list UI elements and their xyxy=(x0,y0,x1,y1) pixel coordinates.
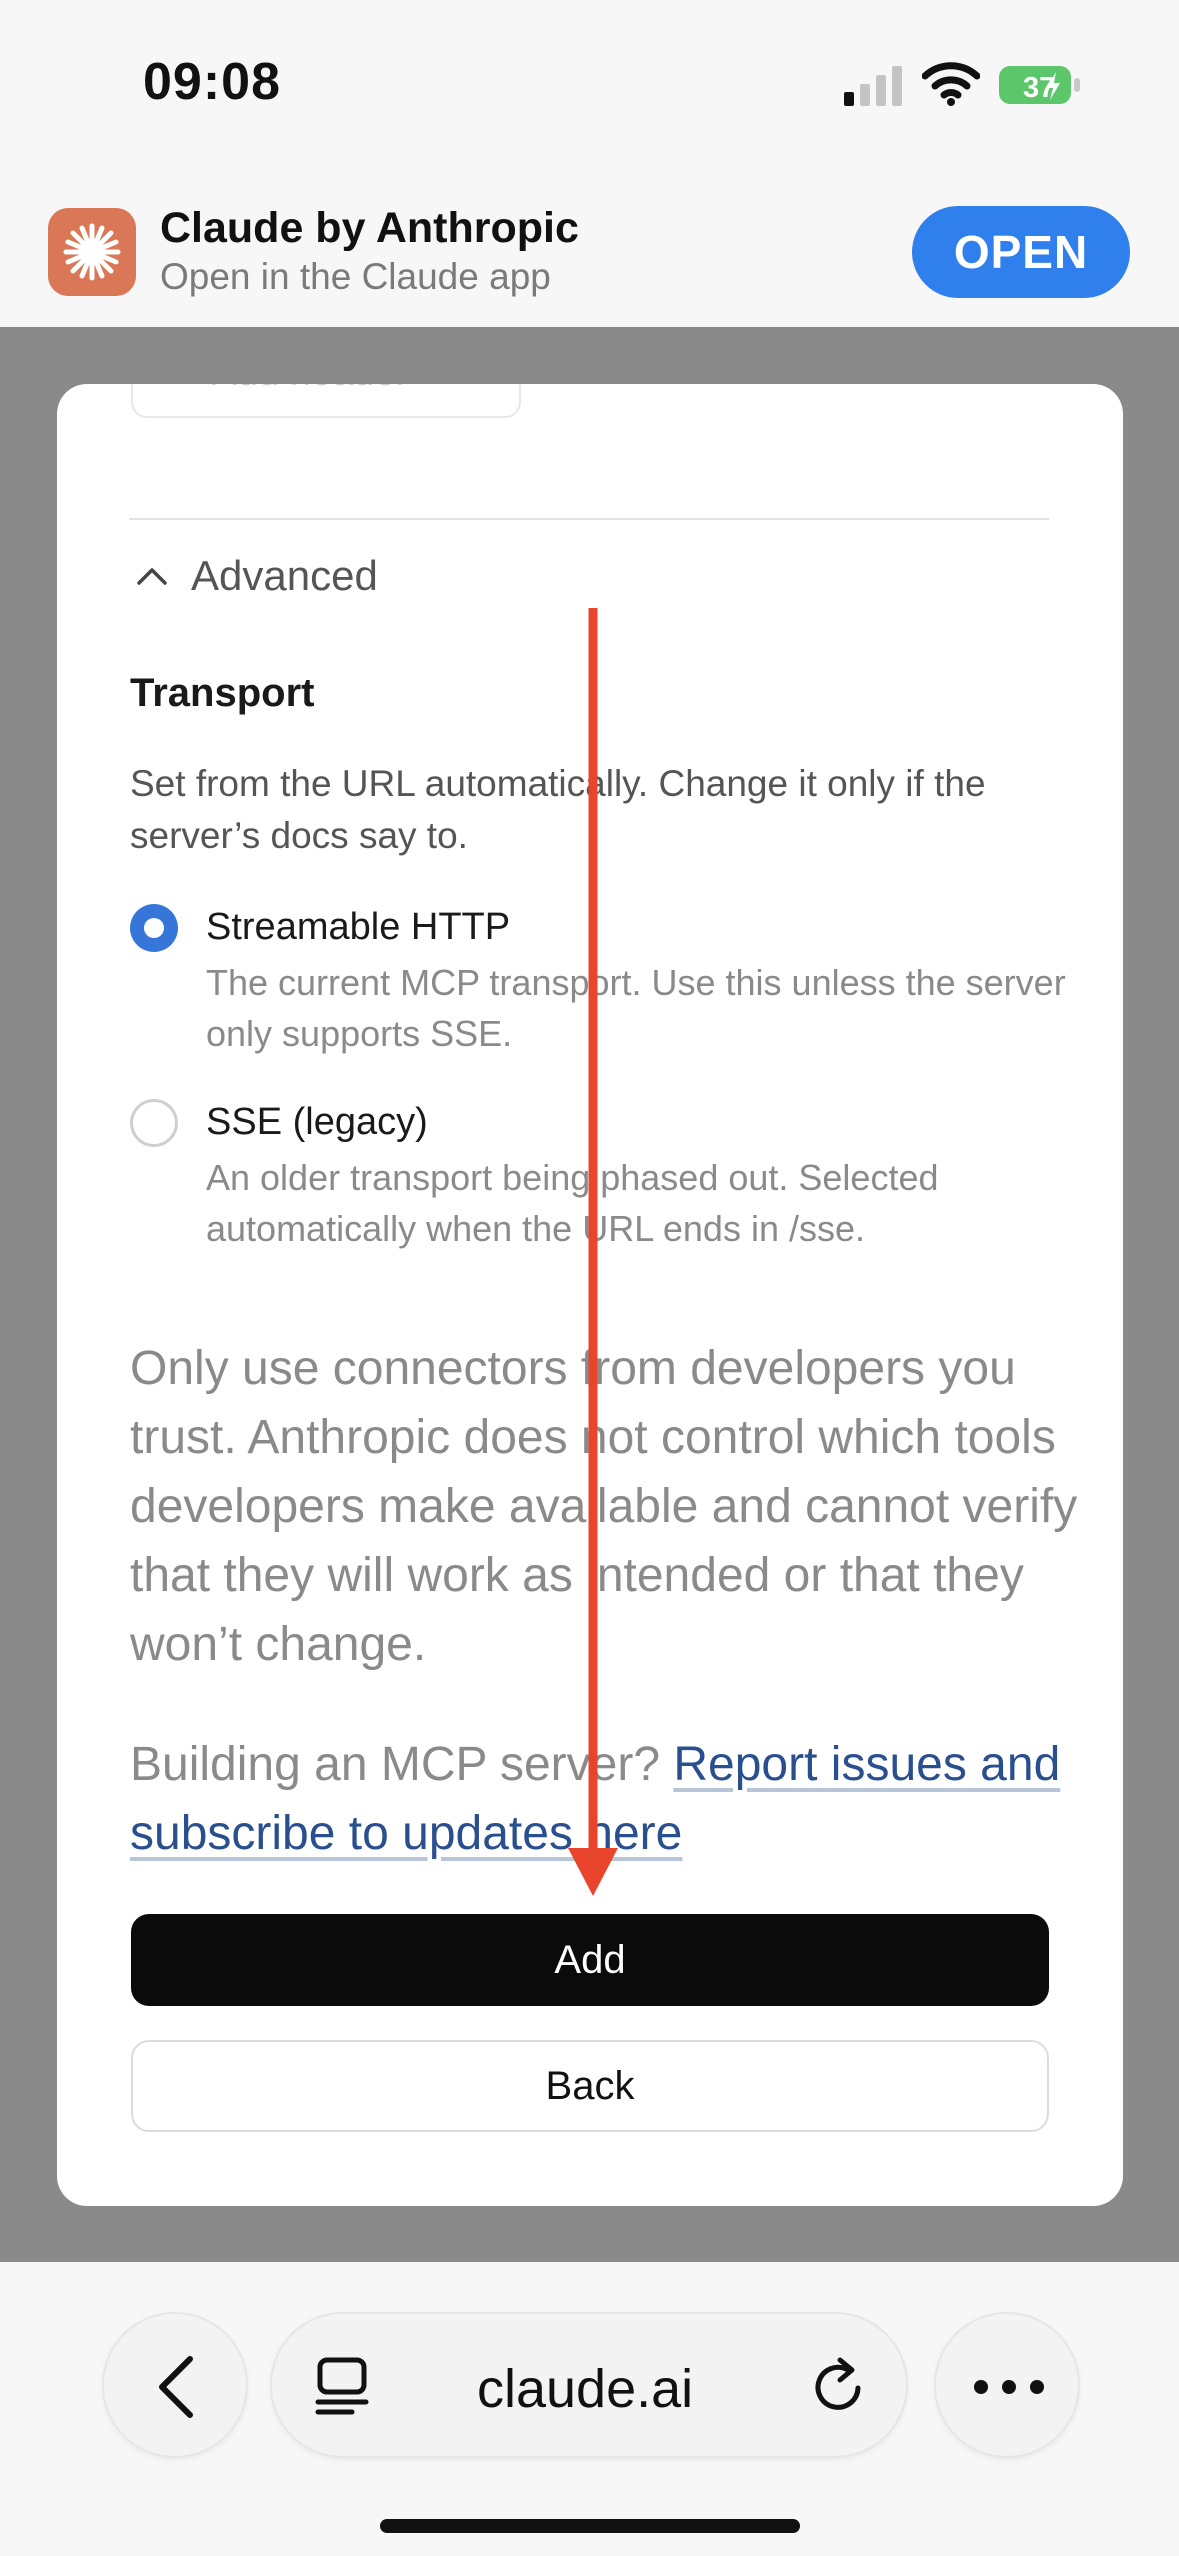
home-indicator xyxy=(380,2519,800,2533)
status-time: 09:08 xyxy=(143,53,281,111)
advanced-label: Advanced xyxy=(191,552,378,599)
chevron-left-icon xyxy=(159,2356,193,2418)
chevron-up-icon xyxy=(137,568,167,585)
option-desc-streamable-http: The current MCP transport. Use this unle… xyxy=(206,962,1066,1054)
transport-description: Set from the URL automatically. Change i… xyxy=(130,763,986,856)
address-bar[interactable]: claude.ai xyxy=(270,2312,908,2458)
transport-title: Transport xyxy=(130,671,315,715)
advanced-toggle[interactable]: Advanced xyxy=(135,546,378,606)
cellular-signal-icon xyxy=(844,66,902,106)
battery-indicator: 37 xyxy=(998,62,1082,108)
add-connector-modal: + Add header Advanced Transport Set from… xyxy=(57,384,1123,2206)
more-button[interactable] xyxy=(934,2312,1080,2458)
building-prefix: Building an MCP server? xyxy=(130,1738,674,1791)
claude-app-icon xyxy=(48,208,136,296)
browser-toolbar: claude.ai xyxy=(0,2262,1179,2556)
trust-warning: Only use connectors from developers you … xyxy=(130,1342,1078,1671)
radio-sse-legacy[interactable] xyxy=(130,1099,178,1147)
back-nav-button[interactable] xyxy=(102,2312,248,2458)
wifi-icon xyxy=(922,62,980,106)
url-text: claude.ai xyxy=(477,2359,694,2419)
open-app-button[interactable]: OPEN xyxy=(912,206,1130,298)
battery-icon: 37 xyxy=(999,66,1080,104)
option-label-streamable-http[interactable]: Streamable HTTP xyxy=(206,906,510,949)
section-divider xyxy=(129,518,1049,520)
radio-streamable-http[interactable] xyxy=(130,904,178,952)
reload-icon[interactable] xyxy=(808,2354,872,2418)
status-bar: 09:08 37 xyxy=(0,0,1179,170)
more-icon xyxy=(974,2380,1044,2394)
option-desc-sse-legacy: An older transport being phased out. Sel… xyxy=(206,1157,939,1249)
tabs-icon xyxy=(315,2357,369,2415)
banner-app-name: Claude by Anthropic xyxy=(160,204,579,252)
app-banner: Claude by Anthropic Open in the Claude a… xyxy=(0,170,1179,327)
add-button[interactable]: Add xyxy=(131,1914,1049,2006)
banner-subtitle: Open in the Claude app xyxy=(160,256,551,297)
building-mcp-note: Building an MCP server? Report issues an… xyxy=(130,1730,1090,1868)
option-label-sse-legacy[interactable]: SSE (legacy) xyxy=(206,1101,428,1144)
back-button[interactable]: Back xyxy=(131,2040,1049,2132)
add-header-button[interactable]: + Add header xyxy=(131,384,521,418)
